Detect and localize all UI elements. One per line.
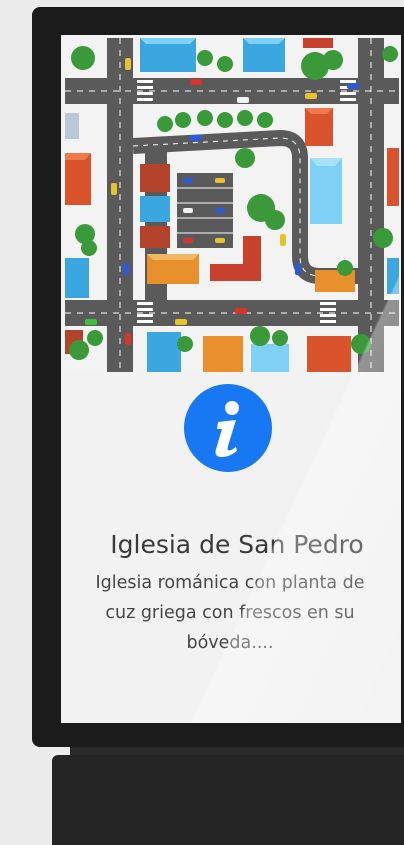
poi-title: Iglesia de San Pedro [110,530,364,559]
city-map-illustration [65,38,399,372]
kiosk-neck [70,747,404,755]
kiosk-base [52,755,404,845]
poi-description: Iglesia románica con planta de cuz grieg… [95,573,365,653]
info-icon[interactable] [184,384,272,472]
